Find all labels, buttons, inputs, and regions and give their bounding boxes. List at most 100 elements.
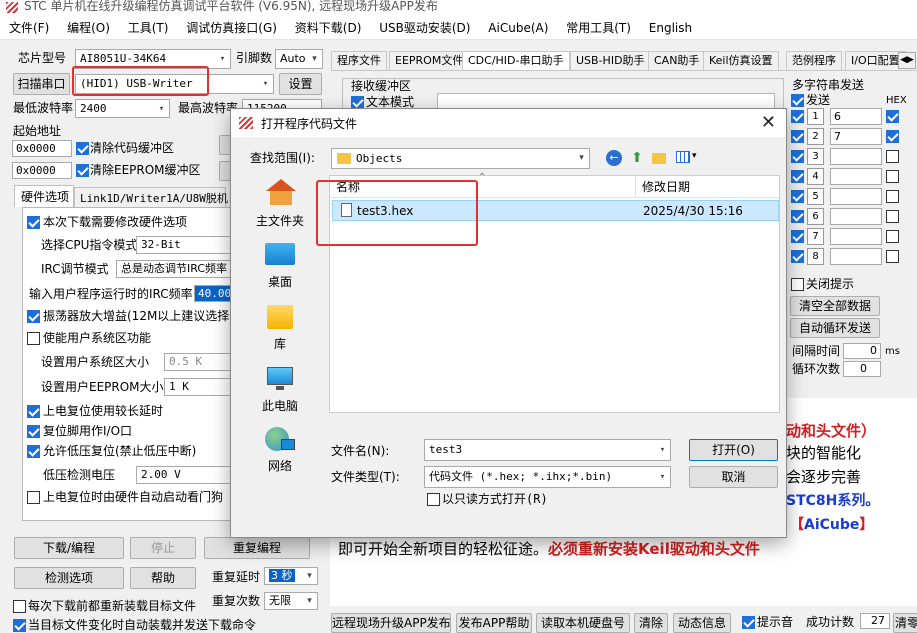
row-value-input[interactable] — [830, 148, 882, 165]
clear-info-button[interactable]: 清除 — [634, 613, 668, 633]
publish-app-button[interactable]: 远程现场升级APP发布 — [331, 613, 451, 633]
row-value-input[interactable]: 7 — [830, 128, 882, 145]
link-tab[interactable]: Link1D/Writer1A/U8W脱机 — [74, 187, 228, 207]
sys-size-select[interactable]: 0.5 K — [164, 353, 236, 371]
row-value-input[interactable] — [830, 228, 882, 245]
auto-boot-checkbox[interactable] — [27, 491, 40, 504]
open-button[interactable]: 打开(O) — [689, 439, 778, 461]
modify-hw-checkbox[interactable] — [27, 216, 40, 229]
interval-input[interactable]: 0 — [843, 343, 881, 359]
close-icon[interactable]: ✕ — [761, 112, 776, 133]
readonly-checkbox[interactable] — [427, 493, 440, 506]
tab-can[interactable]: CAN助手 — [648, 51, 706, 70]
tab-io-config[interactable]: I/O口配置 — [845, 51, 906, 70]
help-button[interactable]: 帮助 — [130, 567, 196, 589]
row-hex-checkbox[interactable] — [886, 250, 899, 263]
detect-options-button[interactable]: 检测选项 — [14, 567, 124, 589]
filetype-select[interactable]: 代码文件 (*.hex; *.ihx;*.bin) ▾ — [424, 466, 671, 488]
scan-port-button[interactable]: 扫描串口 — [13, 73, 70, 95]
menu-tools[interactable]: 工具(T) — [121, 16, 176, 40]
long-delay-checkbox[interactable] — [27, 405, 40, 418]
menu-common-tools[interactable]: 常用工具(T) — [559, 16, 638, 40]
repeat-delay-select[interactable]: 3 秒 ▾ — [264, 567, 318, 585]
row-send-checkbox[interactable] — [791, 110, 804, 123]
row-hex-checkbox[interactable] — [886, 110, 899, 123]
auto-send-checkbox[interactable] — [13, 619, 26, 632]
row-send-checkbox[interactable] — [791, 190, 804, 203]
menu-program[interactable]: 编程(O) — [60, 16, 117, 40]
up-folder-icon[interactable]: ⬆ — [629, 150, 645, 166]
port-settings-button[interactable]: 设置 — [279, 73, 322, 95]
send-all-checkbox[interactable] — [791, 94, 804, 107]
dynamic-info-button[interactable]: 动态信息 — [673, 613, 731, 633]
reprogram-button[interactable]: 重复编程 — [204, 537, 310, 559]
irc-mode-select[interactable]: 总是动态调节IRC频率 — [116, 260, 236, 278]
eeprom-size-select[interactable]: 1 K — [164, 378, 236, 396]
row-send-checkbox[interactable] — [791, 130, 804, 143]
menu-usb-driver[interactable]: USB驱动安装(D) — [372, 16, 477, 40]
publish-help-button[interactable]: 发布APP帮助 — [456, 613, 532, 633]
view-dropdown-icon[interactable]: ▾ — [692, 151, 697, 161]
place-desktop[interactable]: 桌面 — [249, 243, 311, 295]
eeprom-address-input[interactable]: 0x0000 — [12, 162, 72, 179]
tab-eeprom-file[interactable]: EEPROM文件 — [389, 51, 470, 70]
row-send-checkbox[interactable] — [791, 170, 804, 183]
tab-serial-helper[interactable]: CDC/HID-串口助手 — [462, 51, 570, 70]
stop-button[interactable]: 停止 — [130, 537, 196, 559]
clear-eeprom-checkbox[interactable] — [76, 164, 89, 177]
row-send-checkbox[interactable] — [791, 210, 804, 223]
auto-loop-button[interactable]: 自动循环发送 — [790, 318, 880, 338]
tab-program-file[interactable]: 程序文件 — [331, 51, 387, 70]
lvd-select[interactable]: 2.00 V▾ — [136, 466, 236, 484]
row-hex-checkbox[interactable] — [886, 150, 899, 163]
pins-select[interactable]: Auto ▾ — [275, 49, 323, 69]
cancel-button[interactable]: 取消 — [689, 466, 778, 488]
reload-each-checkbox[interactable] — [13, 600, 26, 613]
clear-all-button[interactable]: 清空全部数据 — [790, 296, 880, 316]
row-hex-checkbox[interactable] — [886, 170, 899, 183]
row-hex-checkbox[interactable] — [886, 230, 899, 243]
new-folder-icon[interactable] — [652, 153, 666, 164]
place-home[interactable]: 主文件夹 — [249, 175, 311, 231]
row-value-input[interactable] — [830, 248, 882, 265]
menu-aicube[interactable]: AiCube(A) — [481, 16, 555, 40]
row-value-input[interactable] — [830, 188, 882, 205]
lookin-select[interactable]: Objects ▾ — [331, 148, 590, 169]
clear-code-checkbox[interactable] — [76, 142, 89, 155]
column-date[interactable]: 修改日期 — [642, 179, 690, 195]
tab-scroll[interactable]: ◀▶ — [898, 52, 916, 69]
place-this-pc[interactable]: 此电脑 — [249, 367, 311, 419]
download-button[interactable]: 下载/编程 — [14, 537, 124, 559]
menu-debug[interactable]: 调试仿真接口(G) — [179, 16, 284, 40]
menu-english[interactable]: English — [642, 16, 699, 40]
filename-input[interactable]: test3 ▾ — [424, 439, 671, 461]
row-value-input[interactable]: 6 — [830, 108, 882, 125]
reset-count-button[interactable]: 清零 — [893, 613, 917, 633]
row-send-checkbox[interactable] — [791, 250, 804, 263]
min-baud-select[interactable]: 2400 ▾ — [75, 99, 170, 118]
code-address-input[interactable]: 0x0000 — [12, 140, 72, 157]
row-hex-checkbox[interactable] — [886, 210, 899, 223]
menu-file[interactable]: 文件(F) — [2, 16, 56, 40]
menu-downloads[interactable]: 资料下载(D) — [288, 16, 369, 40]
tab-keil[interactable]: Keil仿真设置 — [703, 51, 779, 70]
row-hex-checkbox[interactable] — [886, 190, 899, 203]
place-library[interactable]: 库 — [249, 305, 311, 357]
row-value-input[interactable] — [830, 168, 882, 185]
back-icon[interactable]: ← — [606, 150, 622, 166]
cpu-mode-select[interactable]: 32-Bit▾ — [136, 236, 236, 254]
loop-input[interactable]: 0 — [843, 361, 881, 377]
hw-options-tab[interactable]: 硬件选项 — [14, 185, 74, 207]
row-send-checkbox[interactable] — [791, 230, 804, 243]
read-disk-button[interactable]: 读取本机硬盘号 — [536, 613, 630, 633]
row-send-checkbox[interactable] — [791, 150, 804, 163]
user-sys-checkbox[interactable] — [27, 332, 40, 345]
close-tip-checkbox[interactable] — [791, 278, 804, 291]
tab-usb-hid[interactable]: USB-HID助手 — [570, 51, 651, 70]
tab-examples[interactable]: 范例程序 — [786, 51, 842, 70]
lvr-checkbox[interactable] — [27, 445, 40, 458]
view-menu-icon[interactable] — [676, 151, 690, 163]
place-network[interactable]: 网络 — [249, 427, 311, 479]
row-value-input[interactable] — [830, 208, 882, 225]
repeat-count-select[interactable]: 无限 ▾ — [264, 592, 318, 610]
